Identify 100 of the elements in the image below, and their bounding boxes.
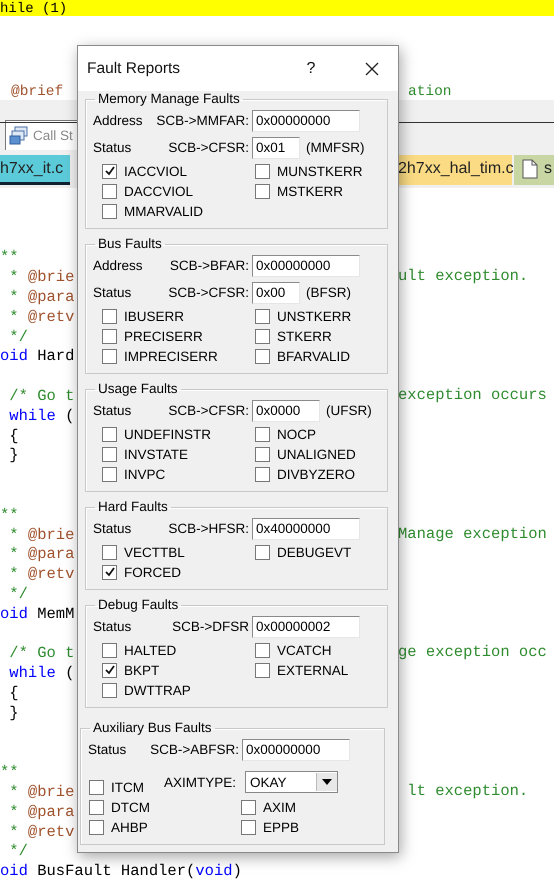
code-line: oid BusFault Handler(void) xyxy=(0,862,242,880)
checkbox[interactable] xyxy=(102,446,117,462)
code-line: ** xyxy=(0,248,19,266)
checkbox[interactable] xyxy=(102,164,117,178)
flag-label: DIVBYZERO xyxy=(277,466,356,482)
flag-label: DEBUGEVT xyxy=(277,544,352,560)
code-line-fragment: ation xyxy=(408,84,452,100)
register-value-field[interactable]: 0x00000000 xyxy=(252,110,360,132)
register-name: SCB->CFSR: xyxy=(167,285,250,300)
flag-label: UNALIGNED xyxy=(277,446,356,462)
checkbox[interactable] xyxy=(255,328,270,344)
file-tab[interactable]: h7xx_it.c xyxy=(0,155,70,185)
flag-label: DACCVIOL xyxy=(124,184,194,198)
checkbox[interactable] xyxy=(102,466,117,482)
register-value-field[interactable]: 0x00000000 xyxy=(252,254,360,276)
checkbox[interactable] xyxy=(255,164,270,178)
flag-label: BKPT xyxy=(124,662,160,678)
flag-label: BFARVALID xyxy=(277,348,350,364)
register-label: Status xyxy=(93,521,132,536)
flag-label: IBUSERR xyxy=(124,308,184,324)
flag-label: AHBP xyxy=(111,820,148,834)
checkbox[interactable] xyxy=(102,642,117,658)
register-value-field[interactable]: 0x00000002 xyxy=(252,616,360,638)
checkbox[interactable] xyxy=(255,642,270,658)
register-value-field[interactable]: 0x40000000 xyxy=(252,518,360,540)
file-icon xyxy=(522,158,538,178)
group-title: Auxiliary Bus Faults xyxy=(92,720,213,736)
register-name: SCB->CFSR: xyxy=(167,403,250,418)
flag-label: AXIM xyxy=(263,800,296,814)
checkbox[interactable] xyxy=(102,426,117,442)
checkbox[interactable] xyxy=(89,780,104,794)
checkbox[interactable] xyxy=(89,820,104,834)
code-line: * @retv xyxy=(8,822,74,840)
code-line: */ xyxy=(8,328,28,346)
checkbox[interactable] xyxy=(102,564,117,580)
flag-label: MUNSTKERR xyxy=(277,164,363,178)
code-line: { xyxy=(8,684,19,702)
register-value-field[interactable]: 0x00000000 xyxy=(242,738,350,760)
checkbox[interactable] xyxy=(89,800,104,814)
group-title: Debug Faults xyxy=(97,597,180,613)
checkbox[interactable] xyxy=(102,544,117,560)
checkbox[interactable] xyxy=(102,184,117,198)
register-value-field[interactable]: 0x00 xyxy=(252,282,300,304)
help-button[interactable]: ? xyxy=(296,60,326,78)
checkbox[interactable] xyxy=(255,662,270,678)
checkbox[interactable] xyxy=(102,204,117,218)
flag-label: IACCVIOL xyxy=(124,164,188,178)
checkbox[interactable] xyxy=(255,544,270,560)
checkbox[interactable] xyxy=(255,308,270,324)
file-tab[interactable]: 2h7xx_hal_tim.c xyxy=(396,155,512,185)
register-suffix: (MMFSR) xyxy=(306,140,364,155)
register-name: SCB->MMFAR: xyxy=(155,113,250,128)
code-line: * @brie xyxy=(8,526,74,544)
checkbox[interactable] xyxy=(102,308,117,324)
flag-label: FORCED xyxy=(124,564,181,580)
checkbox[interactable] xyxy=(102,682,117,698)
file-tab[interactable]: s xyxy=(514,155,554,185)
flag-label: IMPRECISERR xyxy=(124,348,218,364)
checkbox[interactable] xyxy=(241,820,256,834)
register-value-field[interactable]: 0x0000 xyxy=(252,400,320,422)
checkbox[interactable] xyxy=(255,466,270,482)
flag-label: STKERR xyxy=(277,328,332,344)
flag-label: MSTKERR xyxy=(277,184,344,198)
code-line: while ( xyxy=(8,664,74,682)
checkbox[interactable] xyxy=(255,184,270,198)
checkbox[interactable] xyxy=(241,800,256,814)
flag-label: NOCP xyxy=(277,426,316,442)
code-line-fragment: lt exception. xyxy=(406,782,528,802)
flag-label: PRECISERR xyxy=(124,328,203,344)
code-line: */ xyxy=(8,584,28,603)
register-name: SCB->BFAR: xyxy=(168,258,250,273)
flag-label: DTCM xyxy=(111,800,150,814)
code-line: while ( xyxy=(8,406,74,425)
checkbox[interactable] xyxy=(102,328,117,344)
code-line: * @brie xyxy=(8,268,74,286)
code-line: * @retv xyxy=(8,308,74,326)
register-value-field[interactable]: 0x01 xyxy=(252,136,300,158)
register-label: Address xyxy=(93,258,144,273)
code-line: { xyxy=(8,426,19,445)
register-name: SCB->ABFSR: xyxy=(149,742,240,757)
code-line: * @para xyxy=(8,802,74,821)
register-label: Status xyxy=(93,403,132,418)
group-title: Memory Manage Faults xyxy=(97,91,241,107)
register-suffix: (BFSR) xyxy=(306,285,351,300)
register-label: Status xyxy=(93,619,132,634)
checkbox[interactable] xyxy=(255,446,270,462)
dialog-title: Fault Reports xyxy=(87,60,182,78)
checkbox[interactable] xyxy=(102,662,117,678)
flag-label: DWTTRAP xyxy=(124,682,191,698)
code-line: */ xyxy=(8,842,28,860)
flag-label: INVSTATE xyxy=(124,446,188,462)
flag-label: MMARVALID xyxy=(124,204,204,218)
checkbox[interactable] xyxy=(255,426,270,442)
code-line: ** xyxy=(0,763,19,782)
checkbox[interactable] xyxy=(255,348,270,364)
register-label: Status xyxy=(88,742,128,757)
aximtype-dropdown[interactable]: OKAY xyxy=(245,771,338,793)
flag-label: INVPC xyxy=(124,466,166,482)
checkbox[interactable] xyxy=(102,348,117,364)
code-line: hile (1) xyxy=(0,1,68,17)
